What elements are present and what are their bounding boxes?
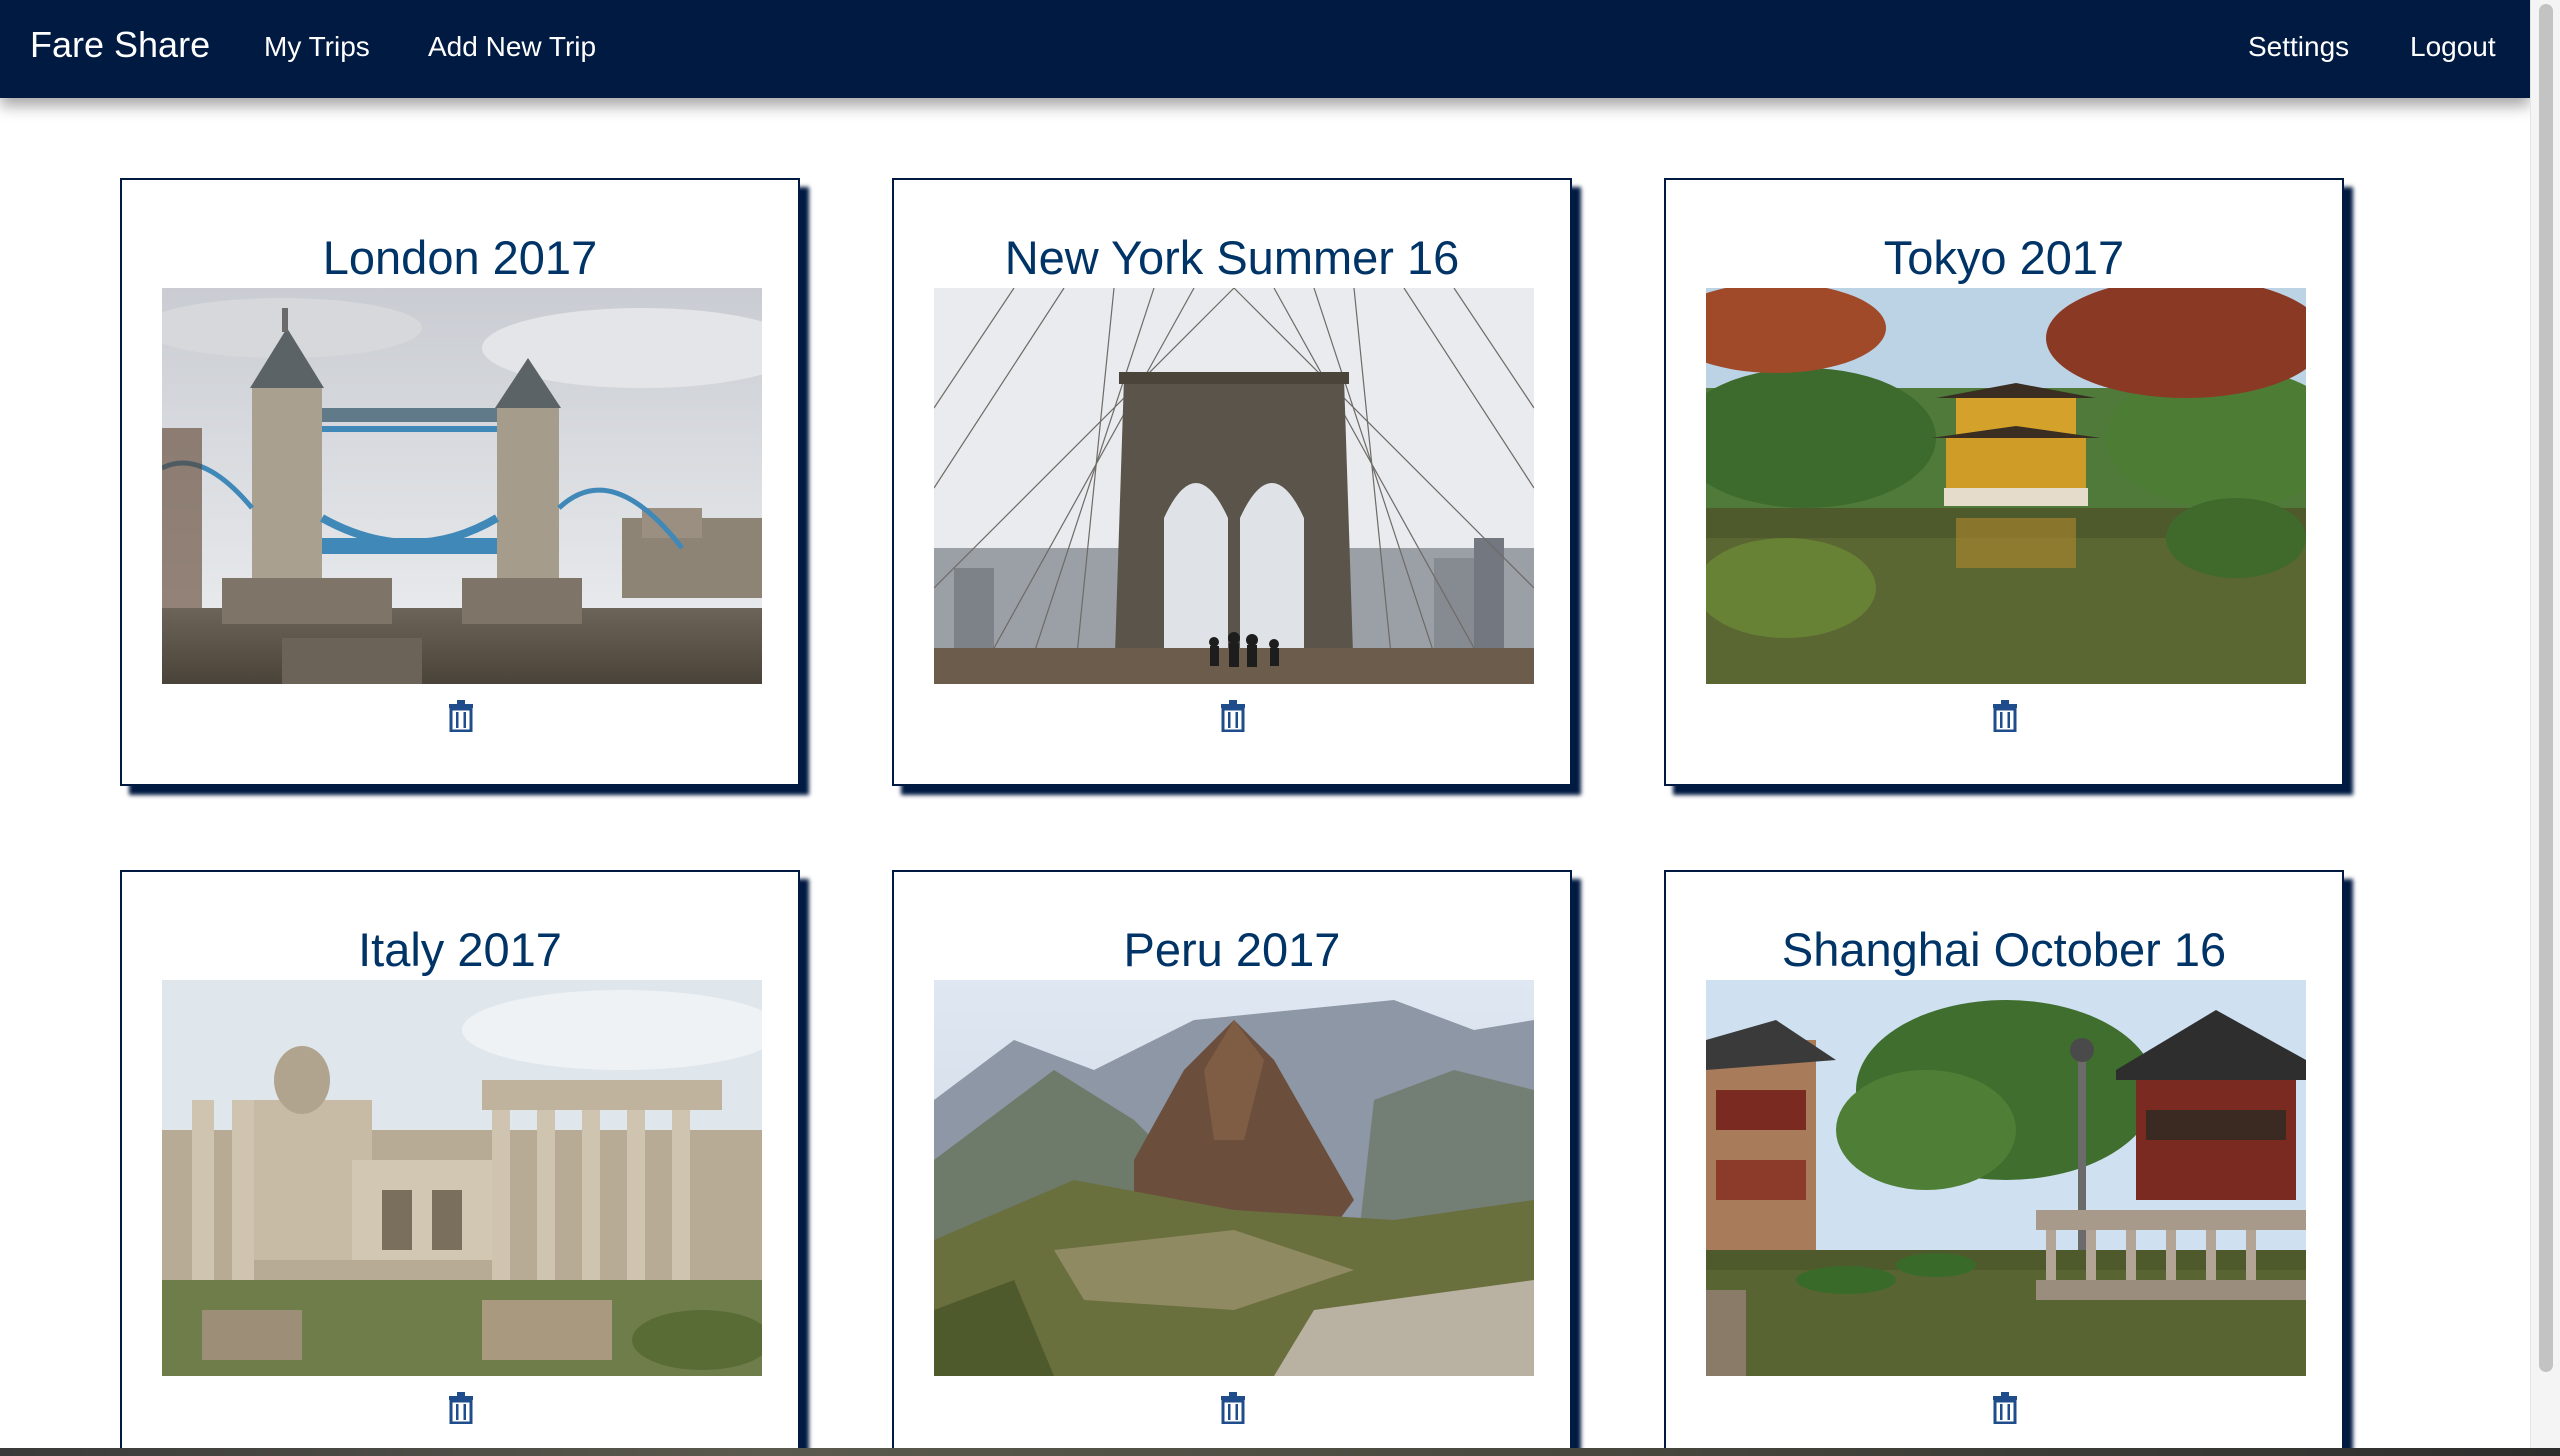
nav-my-trips[interactable]: My Trips <box>264 31 370 63</box>
viewport: Fare Share My Trips Add New Trip Setting… <box>0 0 2530 1448</box>
delete-trip-button[interactable] <box>1992 700 2018 733</box>
trip-card-italy[interactable]: Italy 2017 <box>120 870 800 1448</box>
trip-title[interactable]: Peru 2017 <box>894 922 1570 977</box>
trip-card-shanghai[interactable]: Shanghai October 16 <box>1664 870 2344 1448</box>
trash-icon <box>449 700 473 733</box>
trash-icon <box>1221 700 1245 733</box>
trip-card-london[interactable]: London 2017 <box>120 178 800 786</box>
machu-picchu-photo[interactable] <box>934 980 1534 1376</box>
trip-title[interactable]: London 2017 <box>122 230 798 285</box>
trip-card-tokyo[interactable]: Tokyo 2017 <box>1664 178 2344 786</box>
golden-pavilion-photo[interactable] <box>1706 288 2306 684</box>
trip-title[interactable]: New York Summer 16 <box>894 230 1570 285</box>
trip-title[interactable]: Shanghai October 16 <box>1666 922 2342 977</box>
vertical-scrollbar[interactable] <box>2530 0 2560 1448</box>
brand-link[interactable]: Fare Share <box>30 24 210 66</box>
trash-icon <box>1993 1392 2017 1425</box>
delete-trip-button[interactable] <box>1220 700 1246 733</box>
delete-trip-button[interactable] <box>448 1392 474 1425</box>
nav-logout[interactable]: Logout <box>2410 31 2496 63</box>
trash-icon <box>1993 700 2017 733</box>
page-bottom-edge <box>0 1448 2560 1456</box>
trip-title[interactable]: Tokyo 2017 <box>1666 230 2342 285</box>
roman-forum-photo[interactable] <box>162 980 762 1376</box>
top-navbar: Fare Share My Trips Add New Trip Setting… <box>0 0 2530 98</box>
delete-trip-button[interactable] <box>1992 1392 2018 1425</box>
yu-garden-photo[interactable] <box>1706 980 2306 1376</box>
tower-bridge-photo[interactable] <box>162 288 762 684</box>
trip-title[interactable]: Italy 2017 <box>122 922 798 977</box>
trash-icon <box>1221 1392 1245 1425</box>
trip-card-new-york[interactable]: New York Summer 16 <box>892 178 1572 786</box>
delete-trip-button[interactable] <box>448 700 474 733</box>
trash-icon <box>449 1392 473 1425</box>
brooklyn-bridge-photo[interactable] <box>934 288 1534 684</box>
trip-card-peru[interactable]: Peru 2017 <box>892 870 1572 1448</box>
scrollbar-thumb[interactable] <box>2539 4 2553 1372</box>
nav-settings[interactable]: Settings <box>2248 31 2349 63</box>
delete-trip-button[interactable] <box>1220 1392 1246 1425</box>
nav-add-new-trip[interactable]: Add New Trip <box>428 31 596 63</box>
